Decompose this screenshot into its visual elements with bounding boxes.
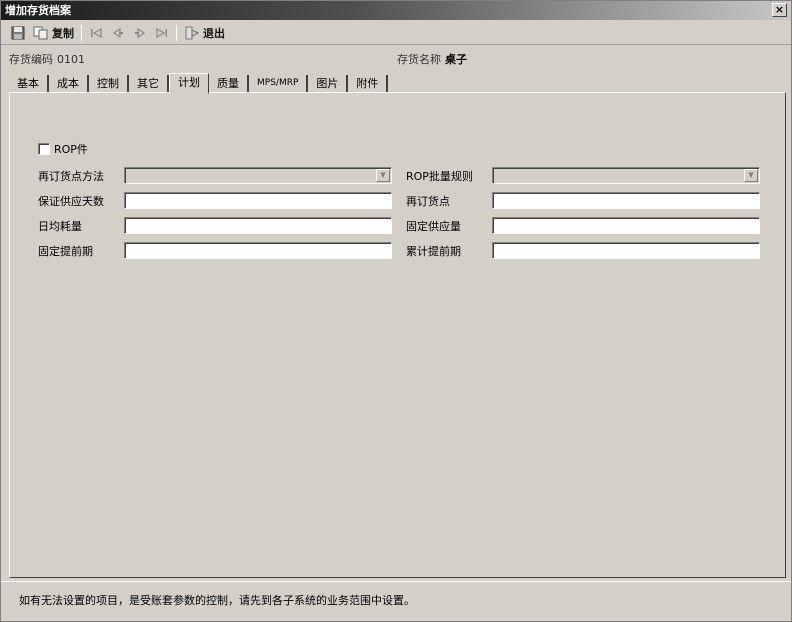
toolbar: 复制 退出 xyxy=(1,21,791,45)
toolbar-separator xyxy=(81,24,82,41)
chevron-down-icon[interactable]: ▼ xyxy=(376,169,390,182)
window: 增加存货档案 × 复制 退出 存货编码 0101 存货名称 桌子 基本 成本 控… xyxy=(0,0,792,622)
item-code-value: 0101 xyxy=(57,53,85,66)
fixed-lead-time-input[interactable] xyxy=(124,242,392,259)
toolbar-separator xyxy=(176,24,177,41)
last-record-icon xyxy=(156,27,167,38)
close-button[interactable]: × xyxy=(772,3,787,17)
item-code-label: 存货编码 xyxy=(9,53,53,66)
chevron-down-icon[interactable]: ▼ xyxy=(744,169,758,182)
tab-control[interactable]: 控制 xyxy=(89,75,129,93)
tab-other[interactable]: 其它 xyxy=(129,75,169,93)
item-name-group: 存货名称 桌子 xyxy=(397,51,467,67)
item-name-label: 存货名称 xyxy=(397,53,441,66)
exit-icon xyxy=(185,26,200,39)
fixed-lead-time-label: 固定提前期 xyxy=(38,245,93,258)
plan-panel: ROP件 再订货点方法 ▼ ROP批量规则 ▼ 保证供应天数 再订货点 日均耗量… xyxy=(9,92,786,578)
tab-basic[interactable]: 基本 xyxy=(9,75,49,93)
rop-checkbox-row[interactable]: ROP件 xyxy=(38,141,88,157)
rop-checkbox[interactable] xyxy=(38,143,50,155)
cumulative-lead-time-input[interactable] xyxy=(492,242,760,259)
tab-attachment[interactable]: 附件 xyxy=(348,75,389,93)
daily-consumption-label: 日均耗量 xyxy=(38,220,82,233)
last-record-button[interactable] xyxy=(151,23,173,43)
exit-button[interactable]: 退出 xyxy=(180,23,229,43)
reorder-point-input[interactable] xyxy=(492,192,760,209)
title-bar: 增加存货档案 × xyxy=(1,1,791,20)
guarantee-days-label: 保证供应天数 xyxy=(38,195,104,208)
window-title: 增加存货档案 xyxy=(5,4,71,17)
reorder-point-label: 再订货点 xyxy=(406,195,450,208)
first-record-icon xyxy=(91,27,102,38)
status-bar: 如有无法设置的项目，是受账套参数的控制，请先到各子系统的业务范围中设置。 xyxy=(1,581,791,621)
copy-button[interactable]: 复制 xyxy=(29,23,78,43)
tab-bar: 基本 成本 控制 其它 计划 质量 MPS/MRP 图片 附件 xyxy=(9,73,389,94)
copy-label: 复制 xyxy=(52,26,74,40)
fixed-supply-input[interactable] xyxy=(492,217,760,234)
tab-mps-mrp[interactable]: MPS/MRP xyxy=(249,75,309,93)
daily-consumption-input[interactable] xyxy=(124,217,392,234)
rop-checkbox-label: ROP件 xyxy=(54,143,88,156)
first-record-button[interactable] xyxy=(85,23,107,43)
item-info-row: 存货编码 0101 存货名称 桌子 xyxy=(9,51,783,67)
reorder-method-label: 再订货点方法 xyxy=(38,170,104,183)
next-record-icon xyxy=(135,27,146,38)
tab-cost[interactable]: 成本 xyxy=(49,75,89,93)
copy-icon xyxy=(33,26,48,39)
guarantee-days-input[interactable] xyxy=(124,192,392,209)
rop-batch-rule-label: ROP批量规则 xyxy=(406,170,473,183)
previous-record-button[interactable] xyxy=(107,23,129,43)
exit-label: 退出 xyxy=(203,26,225,40)
next-record-button[interactable] xyxy=(129,23,151,43)
tab-plan[interactable]: 计划 xyxy=(169,73,209,94)
previous-record-icon xyxy=(112,27,123,38)
reorder-method-select[interactable]: ▼ xyxy=(124,167,392,184)
tab-quality[interactable]: 质量 xyxy=(209,75,249,93)
cumulative-lead-time-label: 累计提前期 xyxy=(406,245,461,258)
save-button[interactable] xyxy=(7,23,29,43)
status-message: 如有无法设置的项目，是受账套参数的控制，请先到各子系统的业务范围中设置。 xyxy=(19,594,415,607)
save-icon xyxy=(11,26,25,39)
fixed-supply-label: 固定供应量 xyxy=(406,220,461,233)
rop-batch-rule-select[interactable]: ▼ xyxy=(492,167,760,184)
item-name-value: 桌子 xyxy=(445,53,467,66)
close-icon: × xyxy=(774,3,785,16)
tab-picture[interactable]: 图片 xyxy=(308,75,349,93)
